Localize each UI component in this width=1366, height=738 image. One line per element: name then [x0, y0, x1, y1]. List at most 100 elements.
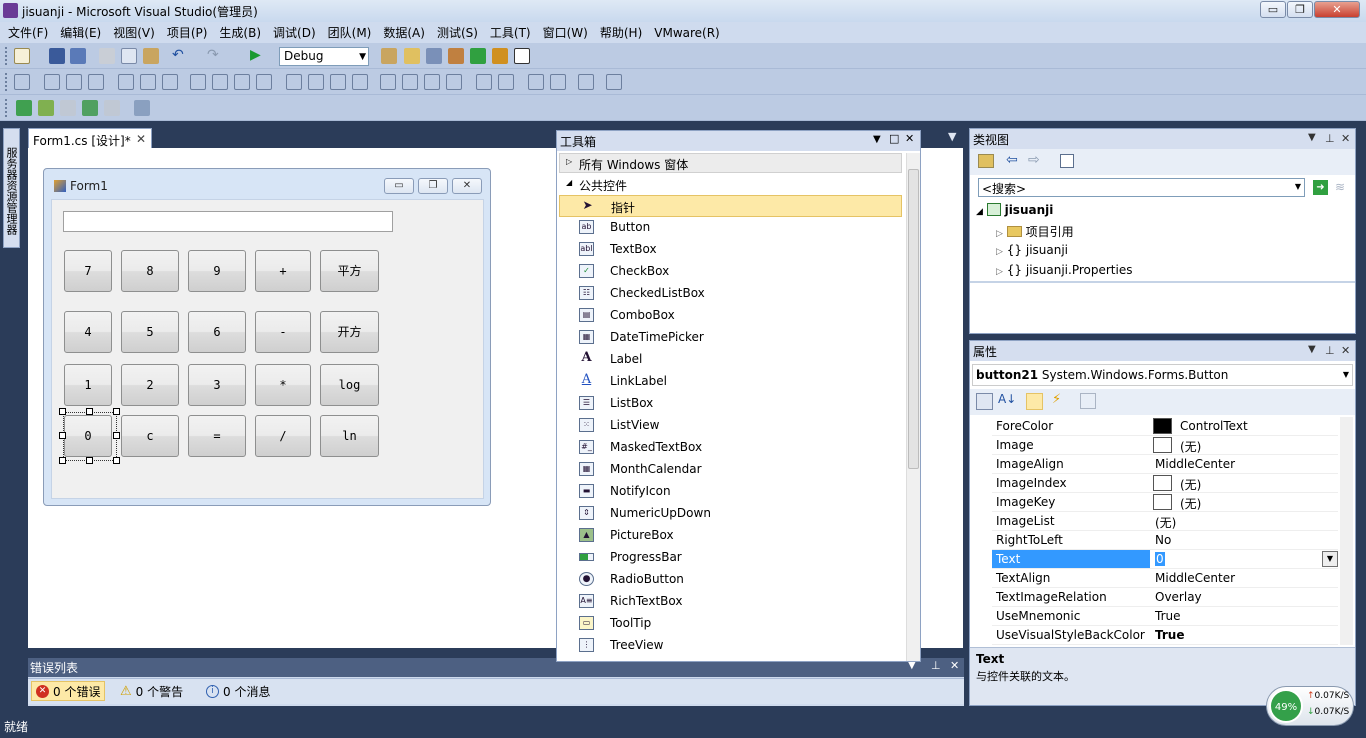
clear-search-icon[interactable]: ≋: [1335, 180, 1345, 194]
prop-row-image[interactable]: Image (无): [992, 436, 1338, 455]
chevron-down-icon[interactable]: ▼: [1322, 551, 1338, 567]
tool-maskedtextbox[interactable]: #_ MaskedTextBox: [559, 437, 902, 459]
prop-row-imagelist[interactable]: ImageList (无): [992, 512, 1338, 531]
messages-filter-button[interactable]: i 0 个消息: [202, 681, 274, 701]
maximize-button[interactable]: ❐: [1287, 1, 1313, 18]
toolbar-grip[interactable]: [5, 99, 8, 117]
menu-help[interactable]: 帮助(H): [594, 24, 648, 41]
close-button[interactable]: ✕: [1314, 1, 1360, 18]
toolbar-grip[interactable]: [5, 73, 8, 91]
tool-checkbox[interactable]: ✓ CheckBox: [559, 261, 902, 283]
undo-icon[interactable]: ↶: [172, 48, 188, 64]
lock-controls-icon[interactable]: [606, 74, 622, 90]
save-icon[interactable]: [49, 48, 65, 64]
menu-debug[interactable]: 调试(D): [267, 24, 322, 41]
tool-monthcalendar[interactable]: ▦ MonthCalendar: [559, 459, 902, 481]
decrease-vspacing-icon[interactable]: [424, 74, 440, 90]
calc-button-2[interactable]: 2: [121, 364, 179, 406]
prop-value-editor[interactable]: 0: [1155, 552, 1165, 566]
tool-checkedlistbox[interactable]: ☷ CheckedListBox: [559, 283, 902, 305]
resize-handle[interactable]: [59, 408, 66, 415]
calc-button-8[interactable]: 8: [121, 250, 179, 292]
tree-node-namespace[interactable]: ▷ {} jisuanji: [996, 243, 1068, 257]
increase-vspacing-icon[interactable]: [402, 74, 418, 90]
prop-row-textimagerelation[interactable]: TextImageRelation Overlay: [992, 588, 1338, 607]
properties-view-icon[interactable]: [1026, 393, 1043, 410]
increase-hspacing-icon[interactable]: [308, 74, 324, 90]
menu-view[interactable]: 视图(V): [107, 24, 161, 41]
menu-test[interactable]: 测试(S): [431, 24, 484, 41]
calc-button-equals[interactable]: =: [188, 415, 246, 457]
step-icon[interactable]: [82, 100, 98, 116]
network-monitor-widget[interactable]: 49% ↑0.07K/S ↓0.07K/S: [1266, 686, 1354, 726]
tool-button[interactable]: ab Button: [559, 217, 902, 239]
tool-picturebox[interactable]: ▲ PictureBox: [559, 525, 902, 547]
pin-icon[interactable]: ⊥: [1325, 344, 1335, 357]
properties-scrollbar[interactable]: [1340, 417, 1353, 645]
calc-display-textbox[interactable]: [63, 211, 393, 232]
send-to-back-icon[interactable]: [550, 74, 566, 90]
toolbox-scrollbar[interactable]: [906, 153, 920, 661]
close-icon[interactable]: ✕: [905, 132, 914, 145]
redo-icon[interactable]: ↷: [207, 48, 223, 64]
align-left-icon[interactable]: [44, 74, 60, 90]
calc-button-sqrt[interactable]: 开方: [320, 311, 379, 353]
tab-order-icon[interactable]: [578, 74, 594, 90]
same-height-icon[interactable]: [212, 74, 228, 90]
calc-button-3[interactable]: 3: [188, 364, 246, 406]
events-icon[interactable]: ⚡: [1052, 392, 1061, 407]
prop-row-imagekey[interactable]: ImageKey (无): [992, 493, 1338, 512]
back-icon[interactable]: ⇦: [1006, 152, 1018, 168]
menu-vmware[interactable]: VMware(R): [648, 26, 725, 40]
calc-button-1[interactable]: 1: [64, 364, 112, 406]
size-to-grid-icon[interactable]: [256, 74, 272, 90]
calc-button-divide[interactable]: /: [255, 415, 311, 457]
tool-radiobutton[interactable]: ● RadioButton: [559, 569, 902, 591]
align-middle-icon[interactable]: [140, 74, 156, 90]
menu-edit[interactable]: 编辑(E): [54, 24, 107, 41]
same-size-icon[interactable]: [234, 74, 250, 90]
calc-button-log[interactable]: log: [320, 364, 379, 406]
prop-row-righttoleft[interactable]: RightToLeft No: [992, 531, 1338, 550]
object-selector[interactable]: button21 System.Windows.Forms.Button ▼: [972, 364, 1353, 386]
tool-progressbar[interactable]: ProgressBar: [559, 547, 902, 569]
tool-datetimepicker[interactable]: ▦ DateTimePicker: [559, 327, 902, 349]
panel-menu-icon[interactable]: ▼: [1308, 344, 1316, 355]
tree-node-properties-namespace[interactable]: ▷ {} jisuanji.Properties: [996, 263, 1132, 277]
tab-form1-design[interactable]: Form1.cs [设计]* ✕: [28, 128, 152, 149]
menu-window[interactable]: 窗口(W): [537, 24, 594, 41]
toolbar-grip[interactable]: [5, 47, 8, 65]
active-files-dropdown-icon[interactable]: ▼: [948, 130, 956, 143]
categorized-icon[interactable]: [976, 393, 993, 410]
menu-team[interactable]: 团队(M): [322, 24, 378, 41]
tool-pointer[interactable]: ➤ 指针: [559, 195, 902, 217]
prop-row-textalign[interactable]: TextAlign MiddleCenter: [992, 569, 1338, 588]
close-icon[interactable]: ✕: [950, 659, 959, 672]
forward-icon[interactable]: ⇨: [1028, 152, 1040, 168]
find-icon[interactable]: [381, 48, 397, 64]
calc-button-multiply[interactable]: *: [255, 364, 311, 406]
folder-icon[interactable]: [978, 154, 994, 168]
server-explorer-tab[interactable]: 服务器资源管理器: [3, 128, 20, 248]
pin-icon[interactable]: ⊥: [1325, 132, 1335, 145]
resize-handle[interactable]: [86, 408, 93, 415]
paste-icon[interactable]: [143, 48, 159, 64]
prop-row-imagealign[interactable]: ImageAlign MiddleCenter: [992, 455, 1338, 474]
tool-textbox[interactable]: abl TextBox: [559, 239, 902, 261]
remove-vspacing-icon[interactable]: [446, 74, 462, 90]
menu-build[interactable]: 生成(B): [213, 24, 267, 41]
tool-treeview[interactable]: ⋮ TreeView: [559, 635, 902, 657]
tool-tooltip[interactable]: ▭ ToolTip: [559, 613, 902, 635]
center-horizontally-icon[interactable]: [476, 74, 492, 90]
prop-row-imageindex[interactable]: ImageIndex (无): [992, 474, 1338, 493]
resize-handle[interactable]: [113, 432, 120, 439]
vertical-spacing-icon[interactable]: [380, 74, 396, 90]
cut-icon[interactable]: [99, 48, 115, 64]
search-go-icon[interactable]: ➜: [1313, 180, 1328, 195]
maximize-icon[interactable]: □: [889, 132, 899, 145]
calc-button-ln[interactable]: ln: [320, 415, 379, 457]
prop-row-usemnemonic[interactable]: UseMnemonic True: [992, 607, 1338, 626]
resize-handle[interactable]: [113, 408, 120, 415]
calc-button-minus[interactable]: -: [255, 311, 311, 353]
prop-row-forecolor[interactable]: ForeColor ControlText: [992, 417, 1338, 436]
